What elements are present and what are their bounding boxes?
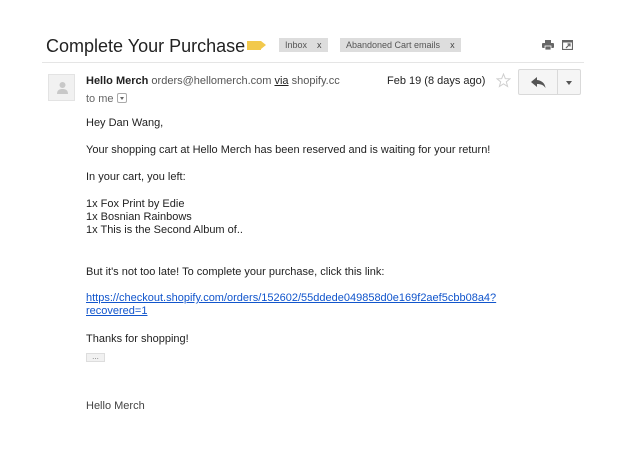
via-link[interactable]: via [274,75,288,87]
recipient-line: to me [86,93,127,105]
show-trimmed-content-button[interactable]: ... [86,353,105,362]
subject-row: Complete Your Purchase Inbox x Abandoned … [42,36,584,58]
sender-line: Hello Merch orders@hellomerch.com via sh… [86,75,356,87]
cart-item: 1x This is the Second Album of.. [86,224,243,236]
body-paragraph: Your shopping cart at Hello Merch has be… [86,144,491,156]
closing-text: Thanks for shopping! [86,333,189,345]
email-subject: Complete Your Purchase [46,36,246,56]
person-icon [57,82,68,94]
recipient-label: to me [86,93,114,105]
via-domain: shopify.cc [291,75,340,87]
label-chip-abandoned-cart[interactable]: Abandoned Cart emails x [340,38,461,52]
signature: Hello Merch [86,400,145,412]
star-icon[interactable] [496,73,511,88]
sender-name[interactable]: Hello Merch [86,75,148,87]
label-name: Abandoned Cart emails [346,40,441,50]
checkout-link-line: https://checkout.shopify.com/orders/1526… [86,292,497,304]
print-icon[interactable] [542,40,554,50]
avatar [48,74,75,101]
important-marker-icon[interactable] [247,41,266,50]
reply-icon [531,77,546,88]
cart-items-list: 1x Fox Print by Edie 1x Bosnian Rainbows… [86,198,243,237]
cart-item: 1x Fox Print by Edie [86,198,185,210]
body-paragraph: In your cart, you left: [86,171,186,183]
body-paragraph: But it's not too late! To complete your … [86,266,385,278]
show-details-chevron-icon[interactable] [116,93,127,103]
remove-label-button[interactable]: x [317,40,322,50]
label-name: Inbox [285,40,308,50]
sender-email: orders@hellomerch.com [151,75,272,87]
remove-label-button[interactable]: x [450,40,455,50]
message-date[interactable]: Feb 19 (8 days ago) [387,75,485,87]
checkout-link[interactable]: https://checkout.shopify.com/orders/1526… [86,292,496,318]
reply-button[interactable] [518,69,558,95]
more-actions-button[interactable] [557,69,581,95]
greeting: Hey Dan Wang, [86,117,164,129]
cart-item: 1x Bosnian Rainbows [86,211,192,223]
header-divider [42,62,584,63]
checkout-link-line: recovered=1 [86,305,148,317]
new-window-icon[interactable] [562,40,573,50]
label-chip-inbox[interactable]: Inbox x [279,38,328,52]
